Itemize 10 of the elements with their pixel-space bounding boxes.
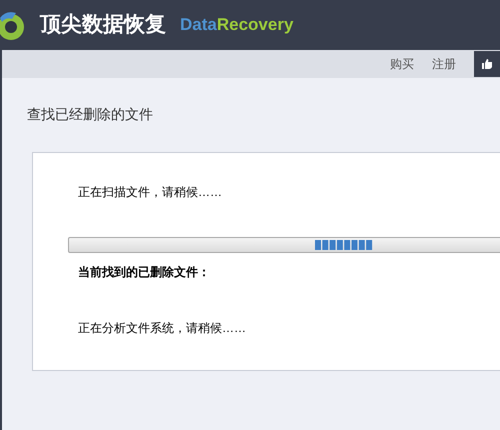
app-title: 顶尖数据恢复 <box>40 12 166 38</box>
toolbar-link[interactable]: 购买 <box>390 55 414 73</box>
brand-name: DataRecovery <box>180 14 294 36</box>
analysis-status: 正在分析文件系统，请稍候…… <box>78 320 247 337</box>
page-title: 查找已经删除的文件 <box>27 105 154 124</box>
thumbs-up-icon <box>481 58 493 70</box>
scan-status: 正在扫描文件，请稍候…… <box>78 184 223 201</box>
toolbar-link[interactable]: 注册 <box>432 55 456 73</box>
found-files-label: 当前找到的已删除文件： <box>78 264 211 281</box>
like-button[interactable] <box>474 51 500 77</box>
